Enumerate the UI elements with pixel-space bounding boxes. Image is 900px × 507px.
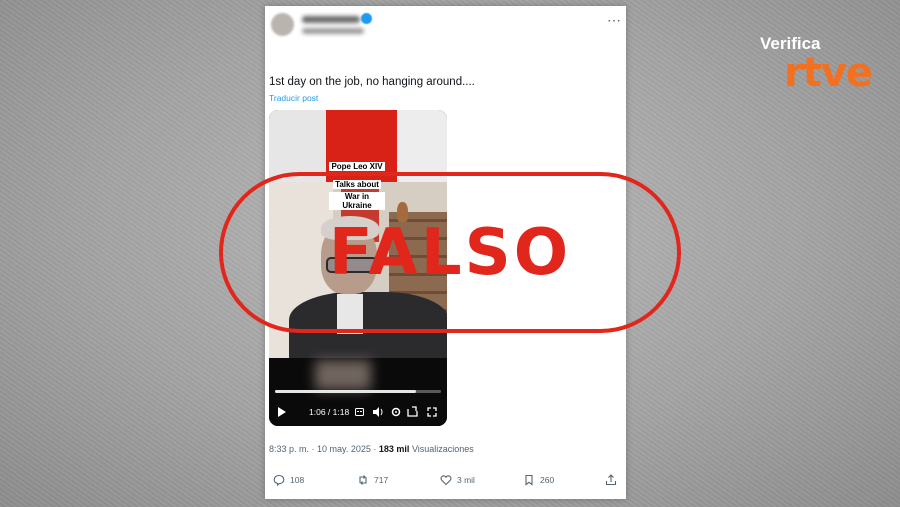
video-progress-bar[interactable] [275,390,441,393]
volume-icon[interactable] [373,407,384,417]
video-progress-fill [275,390,417,393]
tweet-text: 1st day on the job, no hanging around...… [269,76,475,88]
reply-button[interactable]: 108 [273,474,304,486]
views-count: 183 mil [378,444,410,454]
bookmark-button[interactable]: 260 [523,474,554,486]
reply-count: 108 [290,475,305,485]
blurred-display-name[interactable] [302,16,360,23]
picture-in-picture-icon[interactable] [407,406,418,417]
video-controls: 1:06 / 1:18 [269,404,447,420]
falso-stamp-text: FALSO [328,215,572,290]
verified-badge-icon [361,13,372,24]
share-icon [605,474,617,486]
more-options-icon[interactable]: ⋯ [607,12,622,29]
translate-post-link[interactable]: Traducir post [269,93,318,103]
verifica-rtve-logo: Verifica rtve [760,34,873,96]
video-bottom-blur [315,360,371,390]
like-count: 3 mil [457,475,475,485]
reply-icon [273,474,285,486]
fullscreen-icon[interactable] [427,407,437,417]
repost-count: 717 [374,475,389,485]
views-label: Visualizaciones [411,444,474,454]
blurred-handle [302,28,364,34]
repost-icon [359,475,367,485]
logo-rtve-text: rtve [784,50,873,96]
bookmark-count: 260 [540,475,555,485]
tweet-actions: 108 717 3 mil 260 [265,474,626,490]
share-button[interactable] [605,474,617,486]
falso-stamp: FALSO [219,172,681,333]
repost-button[interactable]: 717 [357,474,388,486]
captions-icon[interactable] [355,408,364,416]
tweet-meta: 8:33 p. m. · 10 may. 2025 · 183 mil Visu… [269,444,474,454]
heart-icon [440,475,452,486]
tweet-timestamp[interactable]: 8:33 p. m. · 10 may. 2025 · [269,444,379,454]
settings-gear-icon[interactable] [391,407,401,417]
like-button[interactable]: 3 mil [440,474,475,486]
bookmark-icon [525,474,533,486]
avatar[interactable] [271,13,294,36]
caption-line: Pope Leo XIV [329,162,385,171]
play-icon[interactable] [277,407,287,417]
video-time: 1:06 / 1:18 [309,407,350,417]
